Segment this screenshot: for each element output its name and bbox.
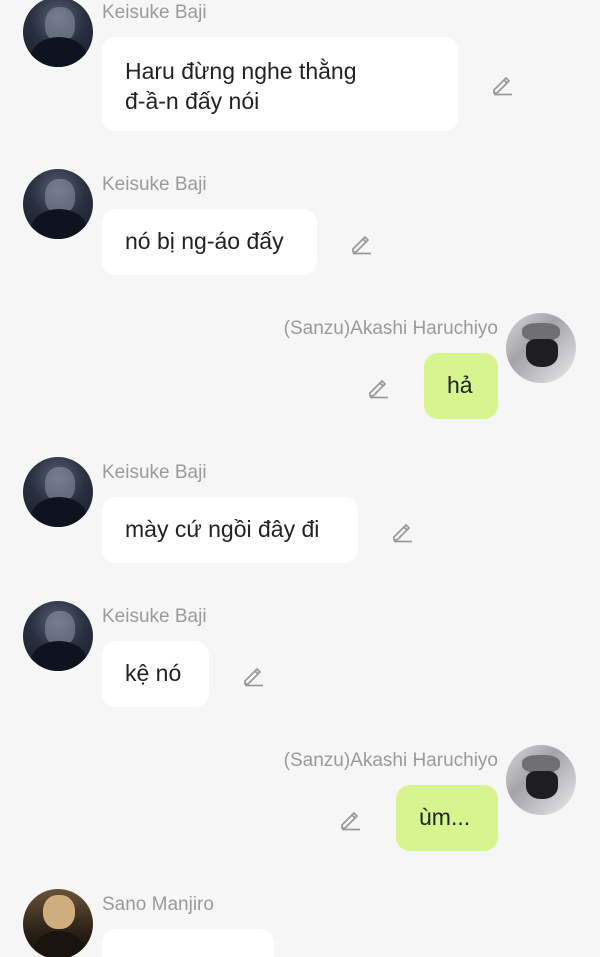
message-item: (Sanzu)Akashi Haruchiyo ùm...: [0, 745, 600, 858]
edit-pencil-icon[interactable]: [349, 230, 375, 256]
edit-pencil-icon[interactable]: [366, 374, 392, 400]
message-text-line: kệ nó: [125, 660, 182, 686]
message-bubble[interactable]: ùm...: [396, 785, 498, 851]
message-bubble[interactable]: hả: [424, 353, 498, 419]
message-text-line: mày cứ ngồi đây đi: [125, 516, 320, 542]
message-item: (Sanzu)Akashi Haruchiyo hả: [0, 313, 600, 426]
message-text-line: hả: [447, 372, 473, 398]
edit-pencil-icon[interactable]: [338, 806, 364, 832]
message-bubble[interactable]: [102, 929, 274, 957]
message-text-line: đ-ầ-n đấy nói: [125, 88, 260, 114]
message-item: Keisuke Baji kệ nó: [0, 601, 600, 714]
message-bubble[interactable]: Haru đừng nghe thằng đ-ầ-n đấy nói: [102, 37, 458, 131]
message-item: Sano Manjiro: [0, 889, 600, 957]
sender-name: Keisuke Baji: [102, 2, 207, 23]
mikey-avatar[interactable]: [23, 889, 93, 957]
baji-avatar[interactable]: [23, 457, 93, 527]
chat-thread[interactable]: Keisuke Baji Haru đừng nghe thằng đ-ầ-n …: [0, 0, 600, 957]
sender-name: Keisuke Baji: [102, 462, 207, 483]
baji-avatar[interactable]: [23, 0, 93, 67]
sender-name: Keisuke Baji: [102, 606, 207, 627]
sender-name: Sano Manjiro: [102, 894, 214, 915]
edit-pencil-icon[interactable]: [390, 518, 416, 544]
sender-name: (Sanzu)Akashi Haruchiyo: [283, 318, 498, 339]
message-text-line: Haru đừng nghe thằng: [125, 58, 357, 84]
sender-name: Keisuke Baji: [102, 174, 207, 195]
edit-pencil-icon[interactable]: [241, 662, 267, 688]
sanzu-avatar[interactable]: [506, 745, 576, 815]
message-text-line: nó bị ng-áo đấy: [125, 228, 284, 254]
baji-avatar[interactable]: [23, 169, 93, 239]
message-bubble[interactable]: mày cứ ngồi đây đi: [102, 497, 358, 563]
sanzu-avatar[interactable]: [506, 313, 576, 383]
message-bubble[interactable]: kệ nó: [102, 641, 209, 707]
message-item: Keisuke Baji mày cứ ngồi đây đi: [0, 457, 600, 570]
message-text-line: ùm...: [419, 804, 471, 830]
baji-avatar[interactable]: [23, 601, 93, 671]
message-item: Keisuke Baji nó bị ng-áo đấy: [0, 169, 600, 282]
message-bubble[interactable]: nó bị ng-áo đấy: [102, 209, 317, 275]
sender-name: (Sanzu)Akashi Haruchiyo: [283, 750, 498, 771]
edit-pencil-icon[interactable]: [490, 71, 516, 97]
message-item: Keisuke Baji Haru đừng nghe thằng đ-ầ-n …: [0, 0, 600, 140]
